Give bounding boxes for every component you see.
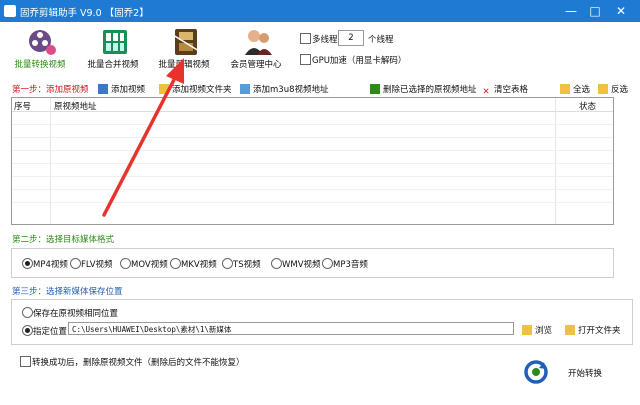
format-radio-wmv[interactable] — [271, 258, 282, 269]
select-all-button[interactable]: 全选 — [560, 83, 590, 95]
format-radio-mp3[interactable] — [322, 258, 333, 269]
batch-convert-tool[interactable]: 批量转换视频 — [5, 22, 75, 74]
row-line — [12, 189, 613, 190]
format-radio-mov[interactable] — [120, 258, 131, 269]
batch-merge-tool[interactable]: 批量合并视频 — [78, 22, 148, 74]
browse-label: 浏览 — [535, 326, 553, 336]
invert-selection-button[interactable]: 反选 — [598, 83, 628, 95]
red-x-icon: ✕ — [482, 87, 490, 97]
same-location-label: 保存在原视频相同位置 — [33, 309, 119, 319]
format-radio-ts[interactable] — [222, 258, 233, 269]
invert-icon — [598, 84, 608, 94]
delete-selected-button[interactable]: 删除已选择的原视频地址 — [370, 83, 477, 95]
video-table[interactable]: 序号 原视频地址 状态 — [11, 97, 614, 225]
member-center-tool[interactable]: 会员管理中心 — [221, 22, 291, 74]
gpu-label: GPU加速（用显卡解码） — [312, 56, 407, 66]
format-label: MKV视频 — [181, 260, 217, 270]
reel-convert-icon — [29, 30, 56, 55]
delete-selected-label: 删除已选择的原视频地址 — [383, 85, 477, 95]
format-label: FLV视频 — [81, 260, 113, 270]
film-cut-icon — [172, 29, 200, 55]
table-header — [12, 98, 613, 112]
format-label: MOV视频 — [131, 260, 168, 270]
add-video-label: 添加视频 — [111, 85, 146, 95]
start-button[interactable]: 开始转换 — [524, 360, 634, 386]
delete-after-label: 转换成功后，删除原视频文件（删除后的文件不能恢复） — [32, 358, 245, 368]
column-header-path[interactable]: 原视频地址 — [54, 100, 97, 112]
title-bar: 固乔剪辑助手 V9.0 【固乔2】 — □ ✕ — [0, 0, 640, 22]
add-video-icon — [98, 84, 108, 94]
column-divider — [555, 98, 556, 224]
minimize-button[interactable]: — — [560, 1, 582, 21]
format-label: WMV视频 — [282, 260, 321, 270]
multithread-label: 多线程 — [312, 35, 338, 45]
folder-icon — [159, 84, 169, 94]
step3-title: 第三步：选择新媒体保存位置 — [12, 287, 123, 297]
close-button[interactable]: ✕ — [610, 1, 632, 21]
column-header-index[interactable]: 序号 — [14, 100, 31, 112]
link-icon — [240, 84, 250, 94]
same-location-radio[interactable] — [22, 307, 33, 318]
add-m3u8-label: 添加m3u8视频地址 — [253, 85, 329, 95]
row-line — [12, 150, 613, 151]
specify-location-radio[interactable] — [22, 325, 33, 336]
row-line — [12, 137, 613, 138]
refresh-icon — [524, 360, 548, 384]
format-radio-mp4[interactable] — [22, 258, 33, 269]
row-line — [12, 124, 613, 125]
browse-button[interactable]: 浏览 — [522, 324, 552, 336]
maximize-button[interactable]: □ — [584, 1, 606, 21]
row-line — [12, 163, 613, 164]
row-line — [12, 176, 613, 177]
open-folder-label: 打开文件夹 — [578, 326, 621, 336]
tool-label: 批量转换视频 — [14, 60, 66, 70]
tool-label: 批量剪辑视频 — [158, 60, 210, 70]
clear-table-label: 清空表格 — [494, 85, 529, 95]
tool-label: 会员管理中心 — [230, 60, 282, 70]
open-folder-button[interactable]: 打开文件夹 — [565, 324, 621, 336]
gpu-checkbox[interactable] — [300, 54, 311, 65]
browse-folder-icon — [522, 325, 532, 335]
open-folder-icon — [565, 325, 575, 335]
save-path-input[interactable]: C:\Users\HUAWEI\Desktop\素材\1\新媒体 — [68, 322, 514, 335]
format-radio-mkv[interactable] — [170, 258, 181, 269]
window-title: 固乔剪辑助手 V9.0 【固乔2】 — [20, 8, 149, 19]
step2-title: 第二步：选择目标媒体格式 — [12, 235, 115, 245]
batch-edit-tool[interactable]: 批量剪辑视频 — [149, 22, 219, 74]
add-m3u8-button[interactable]: 添加m3u8视频地址 — [240, 83, 328, 95]
delete-after-checkbox[interactable] — [20, 356, 31, 367]
add-video-button[interactable]: 添加视频 — [98, 83, 145, 95]
merge-film-icon — [103, 30, 127, 54]
add-folder-label: 添加视频文件夹 — [172, 85, 232, 95]
format-label: MP4视频 — [33, 260, 68, 270]
specify-location-label: 指定位置 — [33, 327, 68, 337]
format-label: MP3音频 — [333, 260, 368, 270]
tool-label: 批量合并视频 — [87, 60, 139, 70]
delete-list-icon — [370, 84, 380, 94]
thread-unit-label: 个线程 — [368, 35, 394, 45]
select-all-label: 全选 — [573, 85, 591, 95]
format-label: TS视频 — [233, 260, 261, 270]
row-line — [12, 202, 613, 203]
select-all-icon — [560, 84, 570, 94]
column-divider — [50, 98, 51, 224]
add-folder-button[interactable]: 添加视频文件夹 — [159, 83, 232, 95]
column-header-status[interactable]: 状态 — [579, 100, 596, 112]
app-icon — [4, 5, 16, 17]
clear-table-button[interactable]: ✕ 清空表格 — [481, 83, 528, 97]
format-radio-flv[interactable] — [70, 258, 81, 269]
start-label: 开始转换 — [568, 369, 603, 379]
thread-count-input[interactable]: 2 — [338, 30, 364, 46]
multithread-checkbox[interactable] — [300, 33, 311, 44]
members-icon — [245, 30, 272, 55]
invert-label: 反选 — [611, 85, 629, 95]
step1-title: 第一步：添加原视频 — [12, 85, 89, 95]
